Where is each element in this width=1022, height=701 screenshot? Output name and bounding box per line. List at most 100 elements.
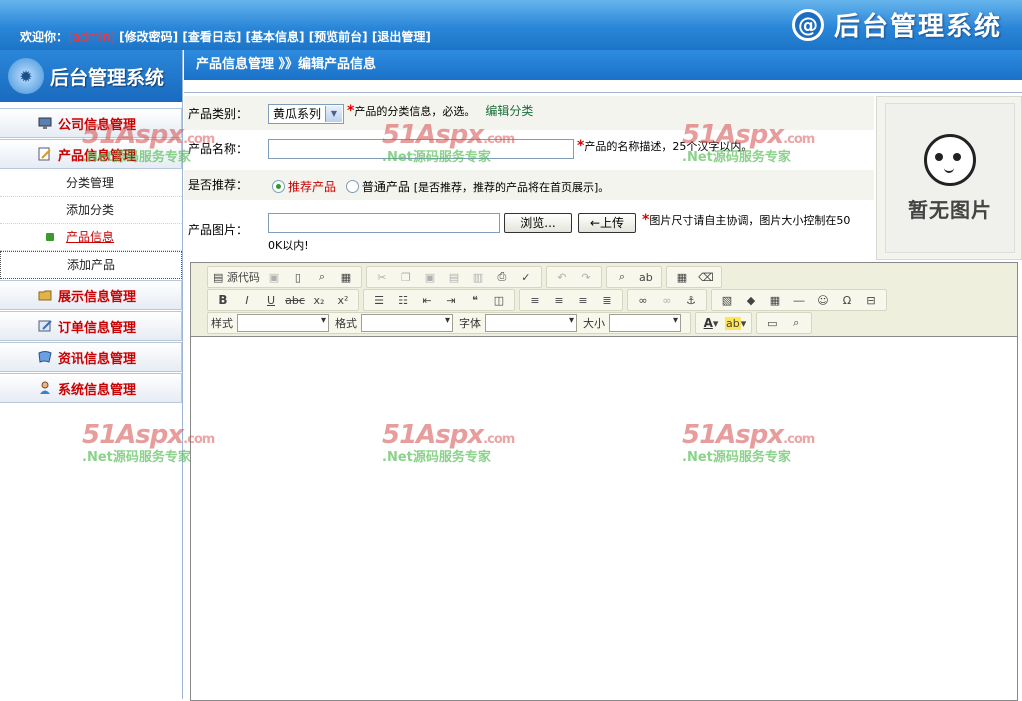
font-select[interactable] <box>485 314 577 332</box>
size-label: 大小 <box>583 317 605 330</box>
product-name-input[interactable] <box>268 139 574 159</box>
menu-product-info[interactable]: 产品信息管理 <box>0 139 182 169</box>
menu-company-info[interactable]: 公司信息管理 <box>0 108 182 138</box>
align-right-icon[interactable]: ≡ <box>571 291 595 309</box>
view-log-link[interactable]: [查看日志] <box>182 30 241 44</box>
print-icon[interactable]: ⎙ <box>490 268 514 286</box>
menu-display-info[interactable]: 展示信息管理 <box>0 280 182 310</box>
superscript-icon[interactable]: x² <box>331 291 355 309</box>
special-char-icon[interactable]: Ω <box>835 291 859 309</box>
format-label: 格式 <box>335 317 357 330</box>
menu-news-info[interactable]: 资讯信息管理 <box>0 342 182 372</box>
style-select[interactable] <box>237 314 329 332</box>
maximize-icon[interactable]: ▭ <box>760 314 784 332</box>
new-page-icon[interactable]: ▯ <box>286 268 310 286</box>
link-icon[interactable]: ∞ <box>631 291 655 309</box>
image-icon[interactable]: ▧ <box>715 291 739 309</box>
menu-order-info[interactable]: 订单信息管理 <box>0 311 182 341</box>
preview-frontend-link[interactable]: [预览前台] <box>309 30 368 44</box>
name-hint-wrap: *产品的名称描述，25个汉字以内。 <box>577 138 752 154</box>
change-password-link[interactable]: [修改密码] <box>119 30 178 44</box>
menu-label: 展示信息管理 <box>58 289 137 305</box>
menu-label: 公司信息管理 <box>58 117 137 133</box>
remove-format-icon[interactable]: ⌫ <box>694 268 718 286</box>
background-color-icon[interactable]: ab ▾ <box>723 314 748 332</box>
outdent-icon[interactable]: ⇤ <box>415 291 439 309</box>
align-center-icon[interactable]: ≡ <box>547 291 571 309</box>
show-blocks-icon[interactable]: ⌕ <box>784 314 808 332</box>
breadcrumb: 产品信息管理 》》编辑产品信息 <box>184 50 1022 80</box>
table-icon[interactable]: ▦ <box>763 291 787 309</box>
image-path-input[interactable] <box>268 213 500 233</box>
bullet-list-icon[interactable]: ☷ <box>391 291 415 309</box>
underline-icon[interactable]: U <box>259 291 283 309</box>
menu-system-info[interactable]: 系统信息管理 <box>0 373 182 403</box>
toolbar-group-source: ▤ 源代码 ▣ ▯ ⌕ ▦ <box>207 266 362 288</box>
browse-button[interactable]: 浏览... <box>504 213 572 233</box>
blockquote-icon[interactable]: ❝ <box>463 291 487 309</box>
name-hint: 产品的名称描述，25个汉字以内。 <box>584 140 753 153</box>
category-hint-wrap: *产品的分类信息，必选。 编辑分类 <box>347 102 533 119</box>
numbered-list-icon[interactable]: ☰ <box>367 291 391 309</box>
align-justify-icon[interactable]: ≣ <box>595 291 619 309</box>
breadcrumb-divider <box>184 80 1022 93</box>
source-code-button[interactable]: ▤ 源代码 <box>211 268 262 286</box>
submenu-add-product[interactable]: 添加产品 <box>0 251 182 279</box>
product-submenu: 分类管理 添加分类 产品信息 添加产品 <box>0 170 182 279</box>
subscript-icon[interactable]: x₂ <box>307 291 331 309</box>
submenu-category-manage[interactable]: 分类管理 <box>0 170 182 197</box>
spellcheck-icon[interactable]: ✓ <box>514 268 538 286</box>
format-select[interactable] <box>361 314 453 332</box>
align-left-icon[interactable]: ≡ <box>523 291 547 309</box>
preview-icon[interactable]: ⌕ <box>310 268 334 286</box>
recommend-yes-radio[interactable] <box>272 180 285 193</box>
strikethrough-icon[interactable]: abc <box>283 291 307 309</box>
select-all-icon[interactable]: ▦ <box>670 268 694 286</box>
submenu-product-info[interactable]: 产品信息 <box>0 224 182 251</box>
basic-info-link[interactable]: [基本信息] <box>246 30 305 44</box>
toolbar-group-combos: 样式 格式 字体 大小 <box>207 312 691 334</box>
paste-icon[interactable]: ▣ <box>418 268 442 286</box>
italic-icon[interactable]: I <box>235 291 259 309</box>
header-logo: @ 后台管理系统 <box>791 6 1002 43</box>
edit-category-link[interactable]: 编辑分类 <box>485 104 533 118</box>
welcome-text: 欢迎你： <box>20 30 69 44</box>
find-icon[interactable]: ⌕ <box>610 268 634 286</box>
div-container-icon[interactable]: ◫ <box>487 291 511 309</box>
smiley-icon[interactable]: ☺ <box>811 291 835 309</box>
replace-icon[interactable]: ab <box>634 268 658 286</box>
recommend-no-radio[interactable] <box>345 180 359 193</box>
paste-text-icon[interactable]: ▤ <box>442 268 466 286</box>
flash-icon[interactable]: ◆ <box>739 291 763 309</box>
image-hint-continued: 0K以内! <box>268 239 309 252</box>
no-image-text: 暂无图片 <box>908 197 992 222</box>
cut-icon[interactable]: ✂ <box>370 268 394 286</box>
category-select[interactable]: 黄瓜系列 ▼ <box>268 104 344 124</box>
copy-icon[interactable]: ❐ <box>394 268 418 286</box>
no-image-placeholder: 暂无图片 <box>885 103 1015 253</box>
templates-icon[interactable]: ▦ <box>334 268 358 286</box>
main-content: 产品信息管理 》》编辑产品信息 产品类别： 黄瓜系列 ▼ *产品的分类信息，必选。… <box>184 50 1022 701</box>
undo-icon[interactable]: ↶ <box>550 268 574 286</box>
toolbar-group-select: ▦ ⌫ <box>665 266 722 288</box>
toolbar-group-align: ≡ ≡ ≡ ≣ <box>519 289 623 311</box>
horizontal-rule-icon[interactable]: ― <box>787 291 811 309</box>
bold-icon[interactable]: B <box>211 291 235 309</box>
indent-icon[interactable]: ⇥ <box>439 291 463 309</box>
anchor-icon[interactable]: ⚓ <box>679 291 703 309</box>
page-break-icon[interactable]: ⊟ <box>859 291 883 309</box>
save-icon[interactable]: ▣ <box>262 268 286 286</box>
user-icon <box>40 381 50 394</box>
paste-word-icon[interactable]: ▥ <box>466 268 490 286</box>
text-color-icon[interactable]: A ▾ <box>699 314 723 332</box>
menu-label: 产品信息管理 <box>58 148 137 164</box>
unlink-icon[interactable]: ∞ <box>655 291 679 309</box>
size-select[interactable] <box>609 314 681 332</box>
logout-link[interactable]: [退出管理] <box>372 30 431 44</box>
upload-button[interactable]: ←上传 <box>578 213 636 233</box>
recommend-label: 是否推荐： <box>188 178 249 192</box>
editor-content-area[interactable] <box>191 338 1017 700</box>
at-logo-icon: @ <box>791 8 824 41</box>
redo-icon[interactable]: ↷ <box>574 268 598 286</box>
submenu-add-category[interactable]: 添加分类 <box>0 197 182 224</box>
